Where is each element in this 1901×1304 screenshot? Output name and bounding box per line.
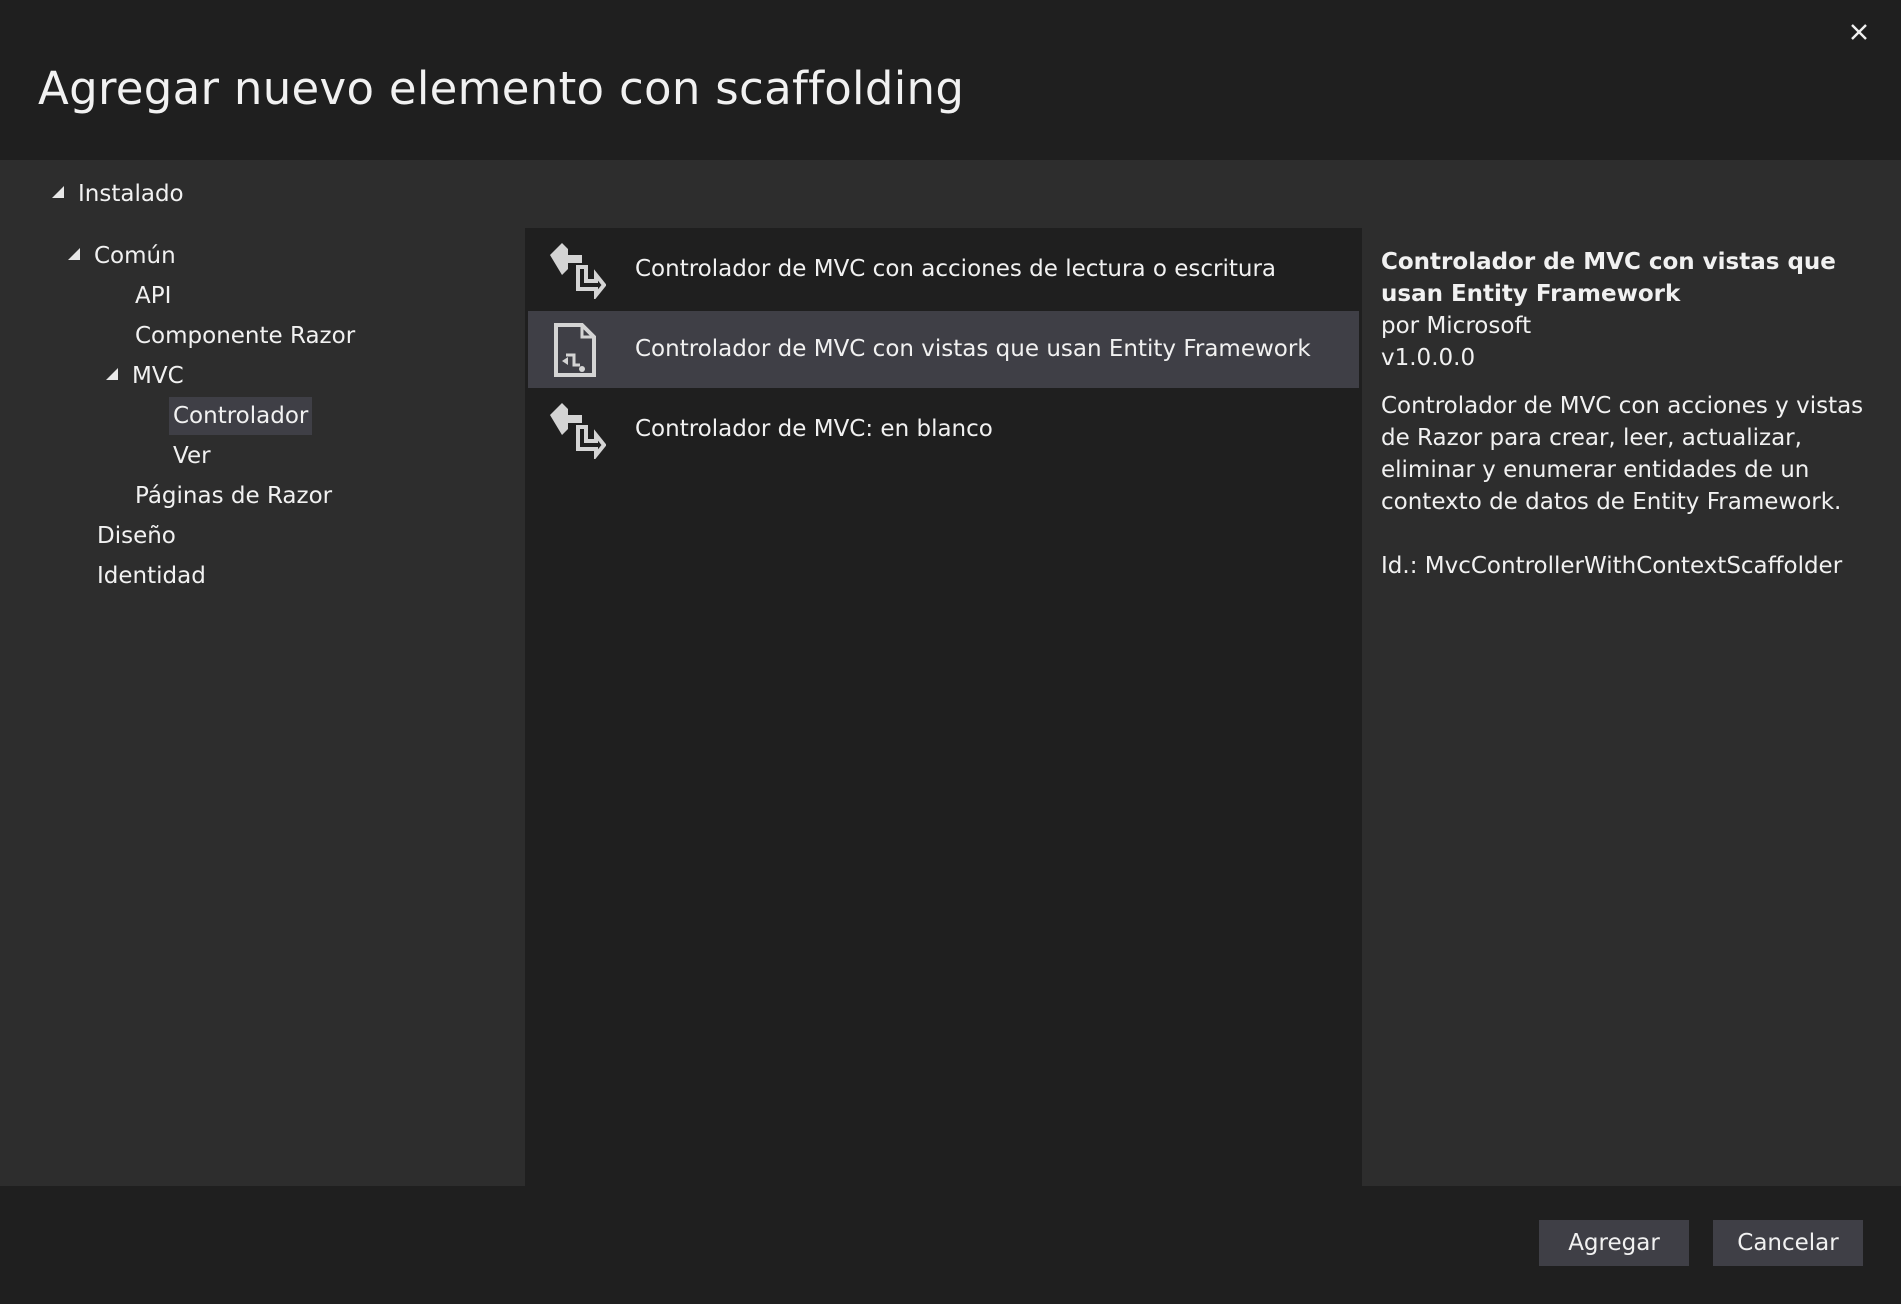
tree-node-comun[interactable]: Común [68,237,176,275]
details-panel: Controlador de MVC con vistas que usan E… [1362,228,1901,1186]
tree-node-label: Identidad [97,563,206,589]
list-item-label: Controlador de MVC con vistas que usan E… [635,336,1311,362]
list-item-label: Controlador de MVC con acciones de lectu… [635,256,1277,282]
details-title: Controlador de MVC con vistas que usan E… [1381,249,1836,307]
controller-icon [546,241,607,301]
tree-node-diseno[interactable]: Diseño [97,517,176,555]
tree-node-label: Componente Razor [135,323,356,349]
expanded-arrow-icon[interactable] [106,367,118,380]
controller-views-icon [546,321,606,379]
tree-node-label: MVC [132,363,184,389]
details-description: Controlador de MVC con acciones y vistas… [1381,393,1864,515]
expanded-arrow-icon[interactable] [68,247,80,260]
cancel-button[interactable]: Cancelar [1713,1220,1863,1266]
tree-node-ver[interactable]: Ver [173,437,211,475]
add-button[interactable]: Agregar [1539,1220,1689,1266]
tree-node-label: Diseño [97,523,176,549]
close-button[interactable] [1839,12,1879,52]
tree-node-paginas-razor[interactable]: Páginas de Razor [135,477,332,515]
category-tree: Instalado Común API Componente Razor MVC… [0,160,525,1186]
dialog-footer: Agregar Cancelar [0,1186,1901,1304]
tree-node-controlador[interactable]: Controlador [169,397,313,435]
tree-node-identidad[interactable]: Identidad [97,557,206,595]
tree-node-componente-razor[interactable]: Componente Razor [135,317,355,355]
dialog-title: Agregar nuevo elemento con scaffolding [38,62,965,115]
tree-node-label: Controlador [173,403,309,429]
list-item-label: Controlador de MVC: en blanco [635,416,993,442]
tree-node-label: Común [94,243,176,269]
list-item-mvc-read-write[interactable]: Controlador de MVC con acciones de lectu… [528,231,1359,308]
details-id: Id.: MvcControllerWithContextScaffolder [1381,553,1843,579]
controller-icon [546,401,607,461]
details-version: v1.0.0.0 [1381,345,1476,371]
tree-node-label: Instalado [78,181,184,207]
tree-node-label: Páginas de Razor [135,483,333,509]
tree-node-mvc[interactable]: MVC [106,357,184,395]
dialog-body: Instalado Común API Componente Razor MVC… [0,160,1901,1186]
details-author: por Microsoft [1381,313,1532,339]
close-icon [1851,24,1867,40]
template-list: Controlador de MVC con acciones de lectu… [525,228,1362,1186]
tree-node-label: API [135,283,172,309]
list-item-mvc-entity-framework[interactable]: Controlador de MVC con vistas que usan E… [528,311,1359,388]
tree-node-api[interactable]: API [135,277,171,315]
tree-node-instalado[interactable]: Instalado [52,175,184,213]
expanded-arrow-icon[interactable] [52,185,64,198]
tree-node-label: Ver [173,443,211,469]
scaffold-dialog: Agregar nuevo elemento con scaffolding I… [0,0,1901,1304]
list-item-mvc-blank[interactable]: Controlador de MVC: en blanco [528,391,1359,468]
dialog-header: Agregar nuevo elemento con scaffolding [0,0,1901,160]
